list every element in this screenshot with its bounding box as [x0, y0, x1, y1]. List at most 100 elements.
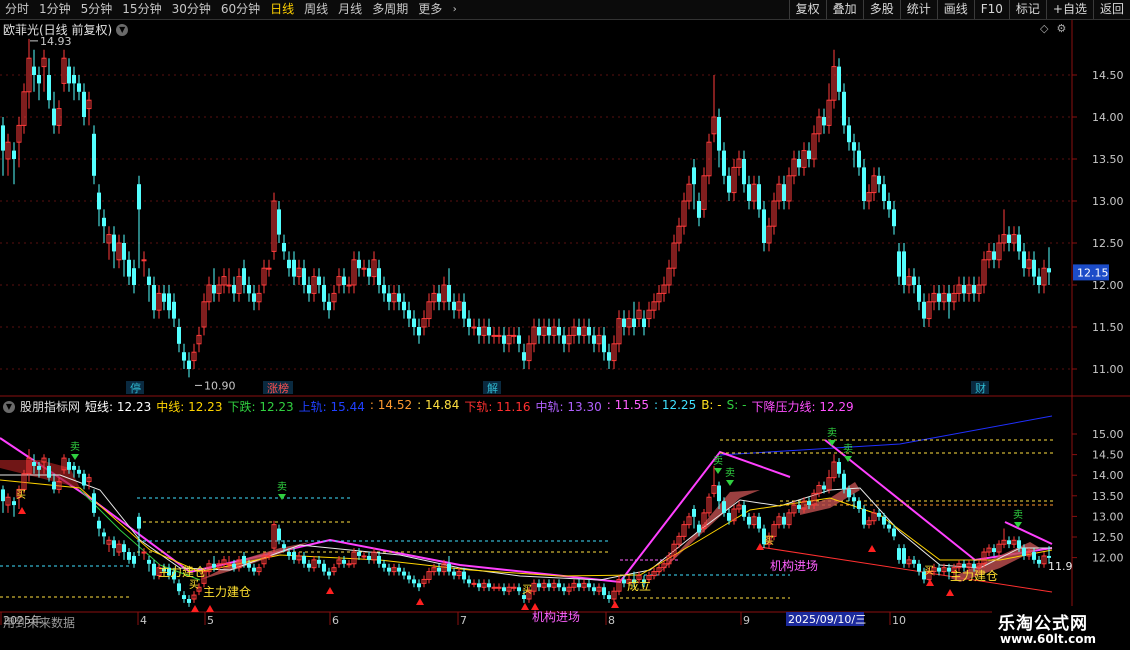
kline-candle-down	[327, 301, 331, 311]
xaxis-label: 10	[892, 614, 906, 627]
indicator-candle-down	[92, 493, 96, 513]
tab-6[interactable]: 日线	[265, 0, 299, 19]
kline-candle-down	[807, 150, 811, 159]
kline-candle-down	[632, 318, 636, 327]
indicator-candle-down	[562, 587, 566, 592]
kline-candle-down	[412, 318, 416, 327]
price-tick-label: 11.00	[1092, 363, 1124, 376]
tab-3[interactable]: 15分钟	[117, 0, 166, 19]
indicator-candle-down	[67, 462, 71, 470]
kline-candle-down	[72, 75, 76, 84]
toolbar-button-2[interactable]: 多股	[862, 0, 900, 19]
kline-candle-down	[367, 268, 371, 277]
indicator-last-value: 11.9	[1048, 560, 1073, 573]
kline-candle-down	[937, 293, 941, 302]
indicator-name: 股朋指标网	[20, 400, 81, 414]
buy-signal: 买	[189, 579, 199, 591]
indicator-tick-label: 14.00	[1092, 469, 1124, 482]
indicator-menu-icon[interactable]: ▼	[3, 400, 15, 413]
kline-candle-down	[302, 268, 306, 285]
indicator-candle-up	[511, 586, 517, 589]
tab-9[interactable]: 多周期	[367, 0, 413, 19]
kline-candle-down	[622, 318, 626, 327]
buy-signal: 买	[764, 535, 774, 547]
indicator-number: 11.55	[610, 398, 649, 412]
kline-candle-down	[417, 327, 421, 336]
indicator-candle-down	[937, 567, 941, 572]
tab-8[interactable]: 月线	[333, 0, 367, 19]
tab-1[interactable]: 1分钟	[34, 0, 76, 19]
indicator-candle-down	[837, 462, 841, 474]
tab-2[interactable]: 5分钟	[76, 0, 118, 19]
kline-candle-down	[397, 293, 401, 302]
indicator-candle-down	[577, 583, 581, 588]
indicator-candle-down	[722, 501, 726, 513]
tab-7[interactable]: 周线	[299, 0, 333, 19]
toolbar-button-4[interactable]: 画线	[936, 0, 974, 19]
indicator-candle-down	[452, 571, 456, 576]
period-toolbar: 分时 1分钟 5分钟 15分钟 30分钟 60分钟 日线 周线 月线 多周期 更多 › 复权 叠加 多股统…	[0, 0, 1130, 20]
indicator-candle-down	[592, 587, 596, 592]
indicator-candle-down	[697, 524, 701, 533]
indicator-candle-down	[992, 548, 996, 553]
kline-candle-down	[822, 117, 826, 126]
kline-candle-up	[496, 334, 502, 337]
stock-chart[interactable]: 14.50 14.00 13.50 13.00 12.50 12.00 11.50 11.00…	[0, 20, 1130, 650]
indicator-candle-down	[782, 516, 786, 525]
kline-candle-up	[346, 284, 352, 287]
indicator-value-2: 下跌: 12.23	[227, 398, 293, 415]
toolbar-button-7[interactable]: +自选	[1045, 0, 1093, 19]
toolbar-button-1[interactable]: 叠加	[825, 0, 863, 19]
kline-candle-down	[1022, 251, 1026, 269]
indicator-number: -	[713, 398, 722, 412]
indicator-candle-down	[897, 548, 901, 560]
indicator-value-9: : 12.25	[654, 398, 696, 415]
kline-candle-down	[407, 310, 411, 319]
toolbar-button-8[interactable]: 返回	[1092, 0, 1130, 19]
indicator-candle-down	[317, 559, 321, 564]
indicator-candle-down	[437, 567, 441, 572]
indicator-candle-down	[862, 508, 866, 525]
chevron-right-icon[interactable]: ›	[447, 2, 462, 17]
kline-candle-down	[727, 175, 731, 193]
indicator-candle-down	[417, 583, 421, 588]
indicator-candle-down	[842, 473, 846, 490]
indicator-candle-down	[147, 559, 151, 564]
kline-candle-down	[857, 150, 861, 168]
tab-10[interactable]: 更多	[413, 0, 447, 19]
kline-candle-down	[947, 293, 951, 302]
event-tag: 解	[487, 381, 498, 395]
indicator-tick-label: 12.00	[1092, 552, 1124, 565]
tab-4[interactable]: 30分钟	[167, 0, 216, 19]
indicator-candle-down	[1017, 540, 1021, 549]
kline-candle-down	[322, 285, 326, 302]
toolbar-button-6[interactable]: 标记	[1008, 0, 1046, 19]
xaxis-label: 4	[140, 614, 147, 627]
current-price-label: 12.15	[1077, 266, 1109, 279]
indicator-candle-down	[1037, 559, 1041, 564]
kline-candle-down	[152, 285, 156, 311]
kline-candle-down	[452, 301, 456, 311]
toolbar-button-5[interactable]: F10	[973, 0, 1009, 19]
indicator-candle-down	[242, 555, 246, 564]
kline-candle-down	[52, 108, 56, 126]
indicator-candle-down	[342, 559, 346, 564]
kline-candle-down	[912, 276, 916, 285]
indicator-label: 下降压力线:	[751, 400, 816, 414]
kline-candle-down	[77, 83, 81, 92]
sell-arrow-icon	[278, 494, 286, 500]
kline-candle-down	[437, 293, 441, 302]
tab-5[interactable]: 60分钟	[216, 0, 265, 19]
indicator-candle-down	[487, 583, 491, 588]
kline-candle-down	[477, 327, 481, 336]
indicator-tick-label: 15.00	[1092, 428, 1124, 441]
indicator-candle-down	[912, 559, 916, 564]
tab-0[interactable]: 分时	[0, 0, 34, 19]
kline-candle-down	[902, 251, 906, 285]
indicator-candle-down	[72, 465, 76, 470]
kline-candle-down	[797, 159, 801, 168]
kline-candle-down	[692, 167, 696, 185]
price-tick-label: 14.00	[1092, 111, 1124, 124]
toolbar-button-0[interactable]: 复权	[788, 0, 826, 19]
toolbar-button-3[interactable]: 统计	[899, 0, 937, 19]
